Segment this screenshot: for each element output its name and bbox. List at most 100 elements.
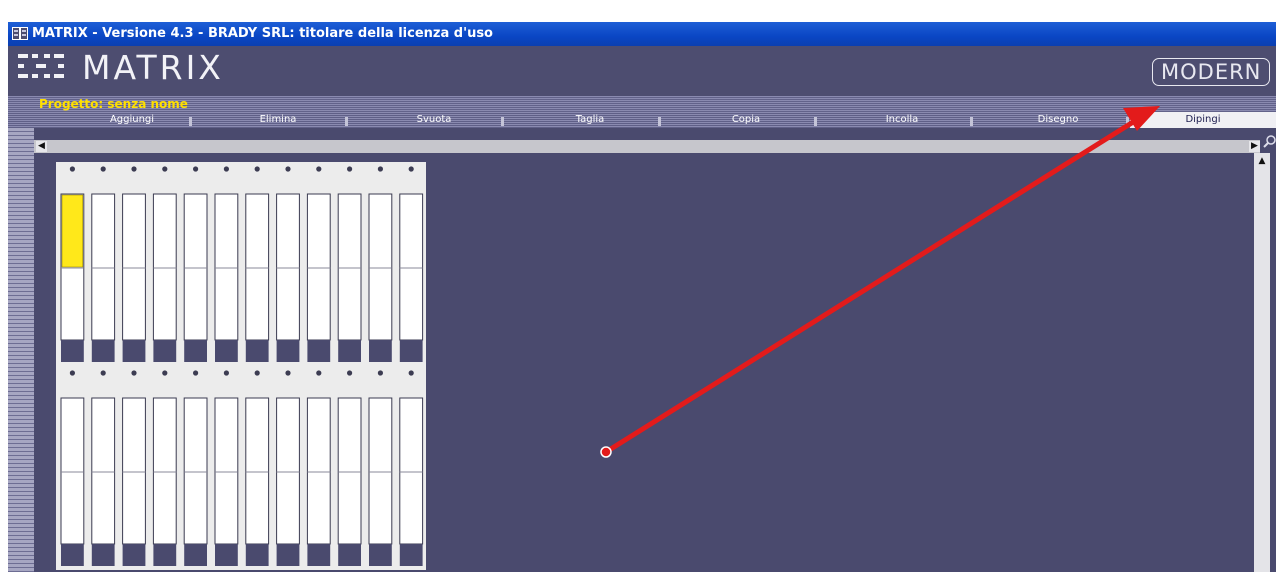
- tab-aggiungi[interactable]: Aggiungi: [54, 112, 210, 128]
- slot-footer: [338, 340, 361, 362]
- terminal-pin: [254, 370, 260, 376]
- tab-svuota[interactable]: Svuota: [356, 112, 512, 128]
- terminal-pin: [69, 166, 75, 172]
- terminal-panel-2[interactable]: [56, 366, 426, 570]
- terminal-slot: [276, 193, 300, 341]
- terminal-slot: [368, 193, 393, 341]
- tab-taglia[interactable]: Taglia: [512, 112, 668, 128]
- terminal-pin: [162, 166, 168, 172]
- project-name: Progetto: senza nome: [39, 97, 188, 111]
- terminal-slot: [183, 193, 208, 341]
- toolbar-separator: [814, 117, 817, 126]
- terminal-slot: [214, 397, 239, 545]
- slot-footer: [276, 340, 300, 362]
- slot-footer: [245, 544, 269, 566]
- terminal-pin: [316, 166, 322, 172]
- slot-footer: [399, 340, 423, 362]
- terminal-slot: [91, 193, 116, 341]
- terminal-slot: [91, 397, 116, 545]
- slot-footer: [122, 544, 146, 566]
- slot-footer: [307, 340, 331, 362]
- scroll-right-button[interactable]: ▶: [1249, 141, 1260, 152]
- tab-disegno[interactable]: Disegno: [980, 112, 1136, 128]
- terminal-pin: [162, 370, 168, 376]
- slot-footer: [399, 544, 423, 566]
- app-header: MATRIX MODERN: [8, 46, 1276, 96]
- terminal-slot: [337, 193, 362, 341]
- toolbar: Aggiungi Elimina Svuota Taglia Copia Inc…: [8, 112, 1276, 128]
- tab-incolla[interactable]: Incolla: [824, 112, 980, 128]
- scroll-left-button[interactable]: ◀: [36, 141, 47, 152]
- slot-footer: [91, 340, 115, 362]
- terminal-pin: [377, 166, 383, 172]
- logo-text: MATRIX: [82, 48, 224, 87]
- scroll-up-button[interactable]: ▲: [1256, 155, 1268, 167]
- slot-footer: [153, 340, 177, 362]
- terminal-slot: [245, 193, 270, 341]
- slot-footer: [245, 340, 269, 362]
- project-bar: Progetto: senza nome: [8, 96, 1276, 112]
- terminal-pin: [100, 166, 106, 172]
- tab-dipingi[interactable]: Dipingi: [1130, 112, 1276, 128]
- horizontal-scrollbar[interactable]: ◀ ▶: [34, 140, 1260, 153]
- toolbar-separator: [658, 117, 661, 126]
- slot-footer: [184, 340, 207, 362]
- terminal-pin: [193, 166, 199, 172]
- terminal-strip-2: [60, 370, 424, 566]
- terminal-pin: [100, 370, 106, 376]
- terminal-slot: [368, 397, 393, 545]
- terminal-slot: [152, 193, 177, 341]
- terminal-slot: [60, 397, 85, 545]
- terminal-slot: [399, 397, 424, 545]
- slot-footer: [61, 340, 84, 362]
- slot-footer: [215, 544, 238, 566]
- left-ruler: [8, 128, 34, 572]
- slot-footer: [153, 544, 177, 566]
- toolbar-separator: [189, 117, 192, 126]
- toolbar-separator: [345, 117, 348, 126]
- slot-footer: [369, 544, 392, 566]
- terminal-slot: [122, 193, 146, 341]
- terminal-slot: [214, 193, 239, 341]
- application-window: MATRIX - Versione 4.3 - BRADY SRL: titol…: [8, 22, 1276, 572]
- tab-elimina[interactable]: Elimina: [200, 112, 356, 128]
- terminal-strip-1: [60, 166, 424, 362]
- terminal-pin: [131, 370, 137, 376]
- slot-footer: [215, 340, 238, 362]
- terminal-slot: [183, 397, 208, 545]
- terminal-panel-1[interactable]: [56, 162, 426, 366]
- selected-slot-highlight: [61, 194, 84, 268]
- terminal-slot: [122, 397, 146, 545]
- terminal-pin: [223, 166, 229, 172]
- slot-footer: [91, 544, 115, 566]
- vertical-scrollbar[interactable]: ▲: [1254, 153, 1270, 572]
- terminal-pin: [408, 370, 414, 376]
- terminal-pin: [223, 370, 229, 376]
- slot-footer: [338, 544, 361, 566]
- arrow-start-dot: [600, 446, 612, 458]
- terminal-pin: [254, 166, 260, 172]
- terminal-pin: [285, 370, 291, 376]
- terminal-slot: [337, 397, 362, 545]
- tab-copia[interactable]: Copia: [668, 112, 824, 128]
- slot-footer: [307, 544, 331, 566]
- terminal-pin: [69, 370, 75, 376]
- toolbar-separator: [501, 117, 504, 126]
- terminal-slot: [306, 397, 331, 545]
- terminal-pin: [347, 370, 353, 376]
- window-title: MATRIX - Versione 4.3 - BRADY SRL: titol…: [32, 26, 493, 41]
- matrix-logo-icon: [18, 54, 64, 78]
- terminal-pin: [285, 166, 291, 172]
- terminal-pin: [408, 166, 414, 172]
- title-bar[interactable]: MATRIX - Versione 4.3 - BRADY SRL: titol…: [8, 22, 1276, 46]
- terminal-pin: [316, 370, 322, 376]
- terminal-pin: [377, 370, 383, 376]
- terminal-slot: [152, 397, 177, 545]
- toolbar-separator: [970, 117, 973, 126]
- slot-footer: [184, 544, 207, 566]
- slot-footer: [369, 340, 392, 362]
- terminal-slot: [245, 397, 270, 545]
- slot-footer: [122, 340, 146, 362]
- zoom-icon[interactable]: [1263, 134, 1276, 148]
- logo: MATRIX: [18, 50, 224, 86]
